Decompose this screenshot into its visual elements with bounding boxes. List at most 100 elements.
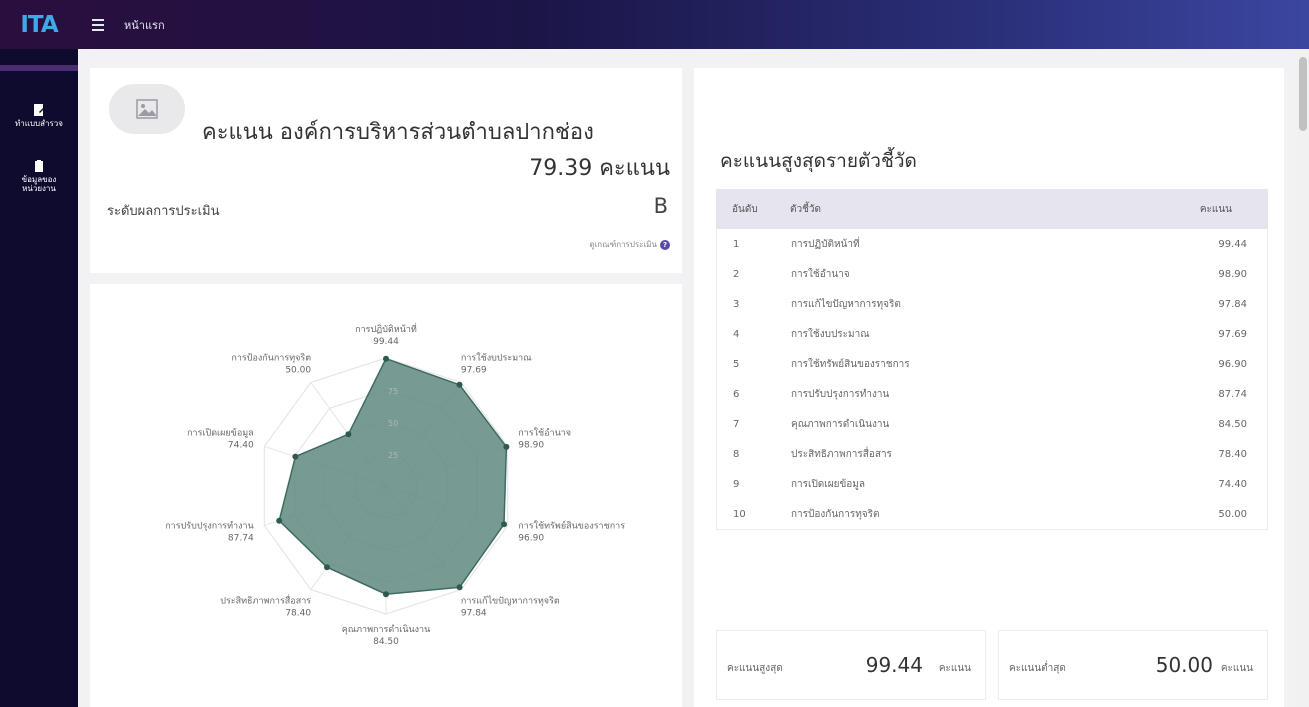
hamburger-menu-icon[interactable]	[92, 14, 114, 36]
sidebar-item-label: ทำแบบสำรวจ	[15, 119, 63, 128]
radar-point	[503, 443, 510, 450]
table-row: 4 การใช้งบประมาณ 97.69	[717, 319, 1267, 349]
org-image-placeholder	[109, 84, 185, 134]
indicator-cell: การเปิดเผยข้อมูล	[791, 478, 865, 490]
radar-ring-label: 50	[388, 419, 398, 428]
radar-axis-label: การปฏิบัติหน้าที่	[355, 322, 417, 335]
score-card: คะแนน องค์การบริหารส่วนตำบลปากช่อง 79.39…	[90, 68, 682, 273]
radar-axis-label: การปรับปรุงการทำงาน	[165, 520, 253, 531]
min-score-value: 50.00	[1155, 653, 1213, 677]
score-cell: 97.84	[1218, 298, 1247, 310]
grade-value: B	[653, 194, 668, 218]
min-score-box: คะแนนต่ำสุด 50.00 คะแนน	[998, 630, 1268, 700]
radar-axis-value: 87.74	[228, 533, 254, 543]
indicator-table: อันดับ ตัวชี้วัด คะแนน 1 การปฏิบัติหน้าที…	[716, 189, 1268, 530]
question-icon: ?	[660, 239, 670, 250]
score-cell: 78.40	[1218, 448, 1247, 460]
table-row: 9 การเปิดเผยข้อมูล 74.40	[717, 469, 1267, 499]
header-rank: อันดับ	[732, 203, 758, 215]
score-cell: 87.74	[1218, 388, 1247, 400]
radar-axis-label: การแก้ไขปัญหาการทุจริต	[461, 595, 560, 606]
image-icon	[136, 99, 158, 119]
top-navbar: ITA หน้าแรก	[0, 0, 1309, 49]
max-score-value: 99.44	[865, 653, 923, 677]
radar-point	[324, 564, 330, 571]
header-indicator: ตัวชี้วัด	[790, 203, 822, 215]
scrollbar-thumb[interactable]	[1299, 57, 1307, 131]
radar-point	[292, 453, 299, 460]
score-cell: 96.90	[1218, 358, 1247, 370]
radar-axis-label: การใช้งบประมาณ	[461, 353, 532, 364]
rank-cell: 10	[733, 508, 746, 520]
logo-text: ITA	[20, 11, 58, 38]
sidebar-item-survey[interactable]: ทำแบบสำรวจ	[0, 103, 78, 128]
indicator-cell: คุณภาพการดำเนินงาน	[791, 418, 890, 430]
table-header: อันดับ ตัวชี้วัด คะแนน	[716, 189, 1268, 229]
home-nav-link[interactable]: หน้าแรก	[124, 16, 165, 34]
score-cell: 99.44	[1218, 238, 1247, 250]
radar-axis-label: การใช้อำนาจ	[518, 428, 571, 439]
eval-level-label: ระดับผลการประเมิน	[107, 204, 220, 219]
radar-ring-label: 75	[388, 387, 398, 396]
table-row: 6 การปรับปรุงการทำงาน 87.74	[717, 379, 1267, 409]
rank-cell: 8	[733, 448, 740, 460]
org-score-title: คะแนน องค์การบริหารส่วนตำบลปากช่อง	[202, 120, 594, 145]
ita-logo[interactable]: ITA	[0, 0, 78, 49]
indicator-cell: ประสิทธิภาพการสื่อสาร	[791, 448, 892, 460]
radar-axis-label: ประสิทธิภาพการสื่อสาร	[220, 593, 311, 606]
table-body: 1 การปฏิบัติหน้าที่ 99.44 2 การใช้อำนาจ 98.90…	[716, 229, 1268, 530]
rank-cell: 3	[733, 298, 740, 310]
sidebar-item-label: ข้อมูลของ	[21, 175, 57, 184]
radar-axis-value: 78.40	[285, 608, 311, 618]
top-indicators-panel: คะแนนสูงสุดรายตัวชี้วัด อันดับ ตัวชี้วัด…	[694, 68, 1284, 707]
sidebar-item-label-2: หน่วยงาน	[22, 184, 56, 193]
score-cell: 74.40	[1218, 478, 1247, 490]
radar-point	[383, 355, 389, 362]
indicator-cell: การป้องกันการทุจริต	[791, 508, 880, 520]
table-row: 7 คุณภาพการดำเนินงาน 84.50	[717, 409, 1267, 439]
page-scrollbar[interactable]	[1297, 49, 1309, 707]
max-score-unit: คะแนน	[938, 663, 971, 674]
radar-point	[456, 584, 463, 591]
radar-axis-value: 99.44	[373, 337, 399, 347]
rank-cell: 4	[733, 328, 740, 340]
sidebar: ทำแบบสำรวจ ข้อมูลของ หน่วยงาน	[0, 49, 78, 707]
indicator-cell: การปฏิบัติหน้าที่	[791, 238, 860, 250]
total-score: 79.39 คะแนน	[529, 156, 670, 181]
indicator-cell: การปรับปรุงการทำงาน	[791, 388, 890, 400]
rank-cell: 1	[733, 238, 740, 250]
radar-axis-label: การเปิดเผยข้อมูล	[187, 428, 254, 439]
table-row: 5 การใช้ทรัพย์สินของราชการ 96.90	[717, 349, 1267, 379]
radar-axis-label: การใช้ทรัพย์สินของราชการ	[518, 519, 625, 531]
rank-cell: 7	[733, 418, 740, 430]
radar-panel: 25 50 75 การปฏิบัติหน้าที่ 99.44 การใช้งบประม…	[90, 284, 682, 707]
radar-axis-value: 97.84	[461, 608, 487, 618]
radar-point	[276, 517, 283, 524]
radar-axis-value: 97.69	[461, 366, 487, 376]
criteria-link[interactable]: ดูเกณฑ์การประเมิน ?	[589, 238, 670, 251]
form-edit-icon	[34, 104, 45, 116]
rank-cell: 9	[733, 478, 740, 490]
radar-axis-value: 74.40	[228, 441, 254, 451]
rank-cell: 5	[733, 358, 740, 370]
radar-point	[501, 521, 507, 528]
radar-axis-label: คุณภาพการดำเนินงาน	[342, 624, 431, 635]
score-cell: 98.90	[1218, 268, 1247, 280]
radar-axis-value: 98.90	[518, 441, 544, 451]
min-score-unit: คะแนน	[1220, 663, 1253, 674]
radar-point	[345, 431, 352, 438]
max-score-box: คะแนนสูงสุด 99.44 คะแนน	[716, 630, 986, 700]
top-indicators-title: คะแนนสูงสุดรายตัวชี้วัด	[720, 150, 917, 172]
radar-ring-label: 25	[388, 451, 398, 460]
radar-point	[456, 381, 463, 388]
indicator-cell: การใช้ทรัพย์สินของราชการ	[791, 358, 910, 370]
score-cell: 97.69	[1218, 328, 1247, 340]
radar-axis-value: 50.00	[285, 366, 311, 376]
indicator-cell: การใช้งบประมาณ	[791, 328, 870, 340]
indicator-cell: การแก้ไขปัญหาการทุจริต	[791, 298, 901, 310]
sidebar-item-org-info[interactable]: ข้อมูลของ หน่วยงาน	[0, 159, 78, 193]
table-row: 10 การป้องกันการทุจริต 50.00	[717, 499, 1267, 529]
radar-axis-value: 96.90	[518, 533, 544, 543]
radar-axis-label: การป้องกันการทุจริต	[231, 353, 311, 364]
rank-cell: 2	[733, 268, 740, 280]
